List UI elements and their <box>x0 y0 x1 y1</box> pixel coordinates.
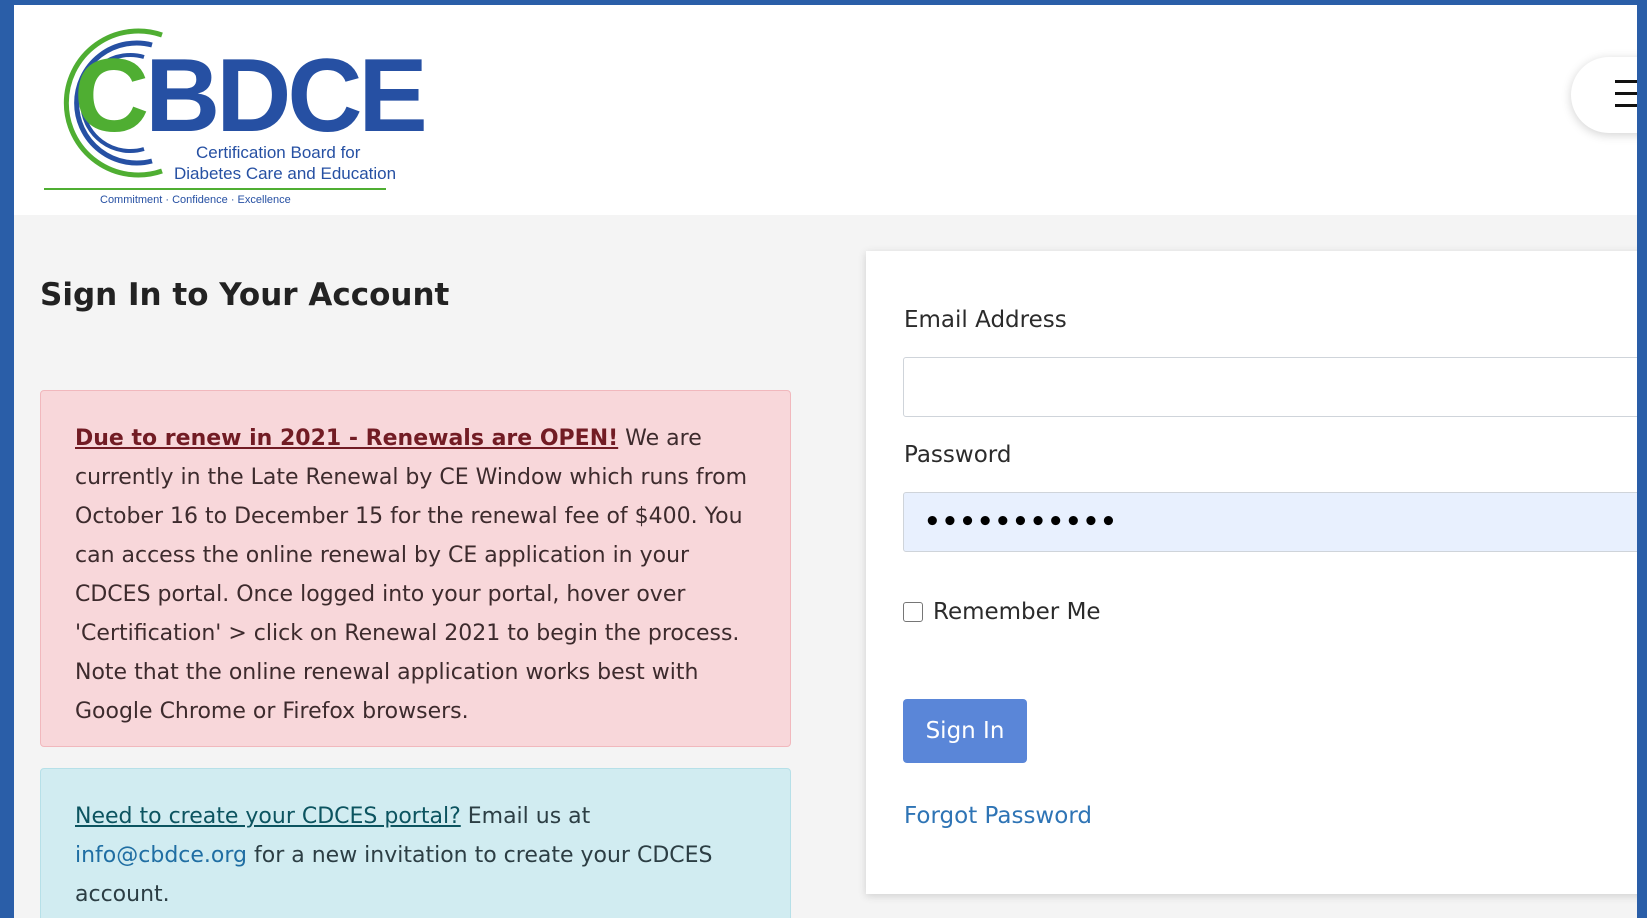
support-email-link[interactable]: info@cbdce.org <box>75 843 247 868</box>
remember-me-checkbox[interactable] <box>903 602 923 622</box>
email-label: Email Address <box>904 307 1067 333</box>
remember-me-label[interactable]: Remember Me <box>933 599 1101 625</box>
forgot-password-link[interactable]: Forgot Password <box>904 803 1092 829</box>
renewal-alert-link[interactable]: Due to renew in 2021 - Renewals are OPEN… <box>75 426 618 451</box>
sign-in-card: Email Address Password Remember Me Sign … <box>866 251 1637 894</box>
renewal-alert: Due to renew in 2021 - Renewals are OPEN… <box>40 390 791 747</box>
hamburger-menu-icon-line <box>1615 104 1637 107</box>
create-portal-link[interactable]: Need to create your CDCES portal? <box>75 804 461 829</box>
logo-tagline: Commitment · Confidence · Excellence <box>100 194 291 206</box>
renewal-alert-text: We are currently in the Late Renewal by … <box>75 426 748 724</box>
cbdce-logo[interactable]: CBDCE Certification Board for Diabetes C… <box>44 23 428 223</box>
password-label: Password <box>904 442 1012 468</box>
password-input[interactable] <box>903 492 1637 552</box>
page-title: Sign In to Your Account <box>40 277 450 313</box>
hamburger-menu-button[interactable] <box>1571 57 1637 133</box>
portal-info-alert: Need to create your CDCES portal? Email … <box>40 768 791 918</box>
logo-wordmark-rest: BDCE <box>145 38 428 154</box>
logo-wordmark: CBDCE <box>74 38 428 154</box>
logo-subtitle-line1: Certification Board for <box>196 143 361 162</box>
portal-info-text-1: Email us at <box>460 804 591 829</box>
email-input[interactable] <box>903 357 1637 417</box>
logo-wordmark-c: C <box>74 38 149 154</box>
sign-in-button[interactable]: Sign In <box>903 699 1027 763</box>
logo-subtitle-line2: Diabetes Care and Education <box>174 164 397 183</box>
site-header: CBDCE Certification Board for Diabetes C… <box>14 5 1637 215</box>
hamburger-menu-icon <box>1615 80 1637 83</box>
hamburger-menu-icon-line <box>1615 92 1637 95</box>
logo-divider <box>44 188 386 190</box>
browser-page: CBDCE Certification Board for Diabetes C… <box>14 5 1637 918</box>
remember-me[interactable]: Remember Me <box>903 599 1101 625</box>
